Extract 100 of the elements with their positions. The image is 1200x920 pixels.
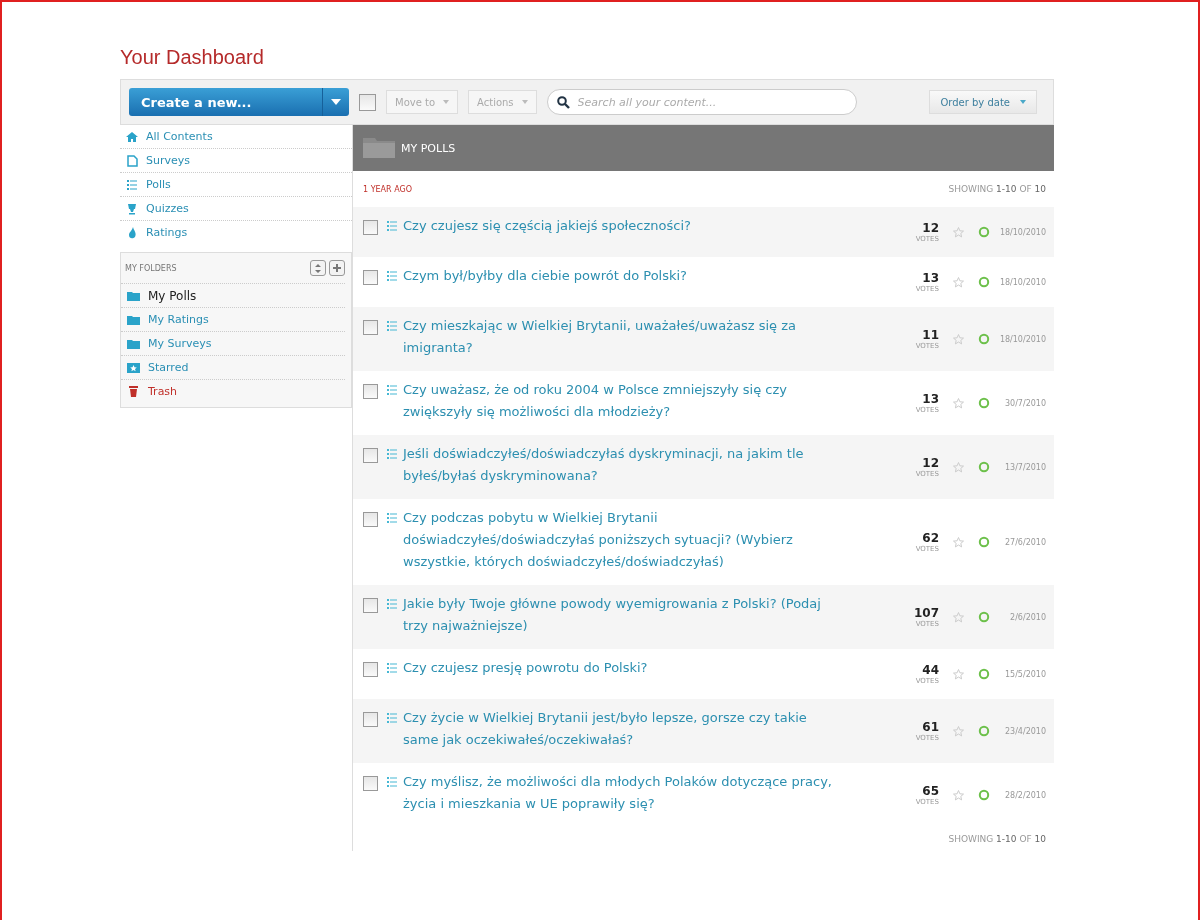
sort-button[interactable] [310, 260, 326, 276]
list-icon [386, 512, 398, 524]
trophy-icon [126, 202, 138, 215]
order-dropdown[interactable]: Order by date [929, 90, 1037, 114]
group-label: 1 YEAR AGO [363, 184, 412, 194]
list-icon [386, 270, 398, 282]
row-checkbox[interactable] [363, 384, 378, 399]
poll-title-link[interactable]: Jakie były Twoje główne powody wyemigrowania z Polski? (Podaj trzy najważniejsze) [403, 593, 843, 637]
paging-text: SHOWING 1-10 OF 10 [948, 184, 1046, 194]
sidebar-item[interactable]: All Contents [120, 125, 352, 149]
vote-count: 12 [922, 221, 939, 235]
status-circle-icon [978, 397, 990, 409]
list-icon [386, 662, 398, 674]
row-checkbox[interactable] [363, 270, 378, 285]
poll-title-link[interactable]: Czy mieszkając w Wielkiej Brytanii, uważałeś/uważasz się za imigranta? [403, 315, 843, 359]
status-circle-icon [978, 725, 990, 737]
vote-count: 107 [913, 606, 939, 620]
paging-text: SHOWING 1-10 OF 10 [948, 834, 1046, 844]
folder-item[interactable]: Starred [121, 356, 345, 380]
list-icon [386, 712, 398, 724]
row-checkbox[interactable] [363, 712, 378, 727]
status-circle-icon [978, 789, 990, 801]
star-icon[interactable] [953, 725, 964, 737]
row-checkbox[interactable] [363, 662, 378, 677]
star-icon[interactable] [953, 668, 964, 680]
search-icon [556, 96, 570, 109]
trash-icon [127, 386, 140, 397]
poll-title-link[interactable]: Czy czujesz się częścią jakiejś społeczności? [403, 215, 843, 237]
vote-count: 11 [922, 328, 939, 342]
star-icon[interactable] [953, 611, 964, 623]
vote-count: 12 [922, 456, 939, 470]
star-icon[interactable] [953, 333, 964, 345]
move-to-button[interactable]: Move to [386, 90, 459, 114]
star-folder-icon [127, 362, 140, 373]
row-checkbox[interactable] [363, 448, 378, 463]
status-circle-icon [978, 611, 990, 623]
list-icon [386, 776, 398, 788]
date-text: 2/6/2010 [1009, 612, 1046, 622]
select-all-checkbox[interactable] [359, 93, 376, 111]
vote-count: 44 [922, 663, 939, 677]
sort-icon [315, 263, 321, 273]
star-icon[interactable] [953, 397, 964, 409]
caret-icon [521, 100, 528, 104]
caret-icon [331, 99, 341, 105]
folder-item[interactable]: My Surveys [121, 332, 345, 356]
vote-count: 62 [922, 531, 939, 545]
sidebar-item[interactable]: Polls [120, 173, 352, 197]
folder-item[interactable]: Trash [121, 380, 345, 403]
star-icon[interactable] [953, 461, 964, 473]
sidebar-item[interactable]: Surveys [120, 149, 352, 173]
survey-icon [126, 154, 138, 167]
row-checkbox[interactable] [363, 776, 378, 791]
folder-item[interactable]: My Polls [121, 284, 345, 308]
poll-title-link[interactable]: Czy podczas pobytu w Wielkiej Brytanii doświadczyłeś/doświadczyłaś poniższych sytuacji? (Wybierz wszystkie, których doświadczyłeś/doświadczyłaś) [403, 507, 843, 573]
date-text: 23/4/2010 [1003, 726, 1046, 736]
status-circle-icon [978, 668, 990, 680]
vote-count: 13 [922, 271, 939, 285]
date-text: 28/2/2010 [1003, 790, 1046, 800]
poll-title-link[interactable]: Jeśli doświadczyłeś/doświadczyłaś dyskryminacji, na jakim tle byłeś/byłaś dyskryminowana? [403, 443, 843, 487]
add-folder-button[interactable] [329, 260, 345, 276]
status-circle-icon [978, 333, 990, 345]
list-icon [386, 598, 398, 610]
list-icon [386, 448, 398, 460]
star-icon[interactable] [953, 789, 964, 801]
status-circle-icon [978, 461, 990, 473]
search-field[interactable]: Search all your content... [546, 89, 857, 115]
folder-icon [127, 314, 140, 325]
star-icon[interactable] [953, 536, 964, 548]
poll-title-link[interactable]: Czy myślisz, że możliwości dla młodych Polaków dotyczące pracy, życia i mieszkania w UE poprawiły się? [403, 771, 843, 815]
poll-title-link[interactable]: Czy życie w Wielkiej Brytanii jest/było lepsze, gorsze czy takie same jak oczekiwałeś/oczekiwałaś? [403, 707, 843, 751]
row-checkbox[interactable] [363, 320, 378, 335]
list-icon [386, 220, 398, 232]
star-icon[interactable] [953, 226, 964, 238]
row-checkbox[interactable] [363, 512, 378, 527]
drop-icon [126, 226, 138, 239]
date-text: 27/6/2010 [1003, 537, 1046, 547]
folder-item[interactable]: My Ratings [121, 308, 345, 332]
folders-heading: MY FOLDERS [125, 263, 178, 273]
poll-title-link[interactable]: Czy uważasz, że od roku 2004 w Polsce zmniejszyły się czy zwiększyły się możliwości dla młodzieży? [403, 379, 843, 423]
date-text: 30/7/2010 [1003, 398, 1046, 408]
star-icon[interactable] [953, 276, 964, 288]
date-text: 18/10/2010 [998, 334, 1046, 344]
vote-count: 61 [922, 720, 939, 734]
actions-button[interactable]: Actions [468, 90, 537, 114]
sidebar-item[interactable]: Ratings [120, 221, 352, 244]
sidebar-item[interactable]: Quizzes [120, 197, 352, 221]
create-button[interactable]: Create a new... [129, 88, 349, 116]
date-text: 13/7/2010 [1003, 462, 1046, 472]
poll-title-link[interactable]: Czy czujesz presję powrotu do Polski? [403, 657, 843, 679]
row-checkbox[interactable] [363, 220, 378, 235]
status-circle-icon [978, 536, 990, 548]
date-text: 15/5/2010 [1003, 669, 1046, 679]
plus-icon [333, 264, 341, 272]
page-title: Your Dashboard [120, 46, 265, 69]
status-circle-icon [978, 226, 990, 238]
folder-icon [127, 338, 140, 349]
folder-icon [363, 138, 395, 158]
row-checkbox[interactable] [363, 598, 378, 613]
poll-title-link[interactable]: Czym był/byłby dla ciebie powrót do Polski? [403, 265, 843, 287]
vote-count: 13 [922, 392, 939, 406]
